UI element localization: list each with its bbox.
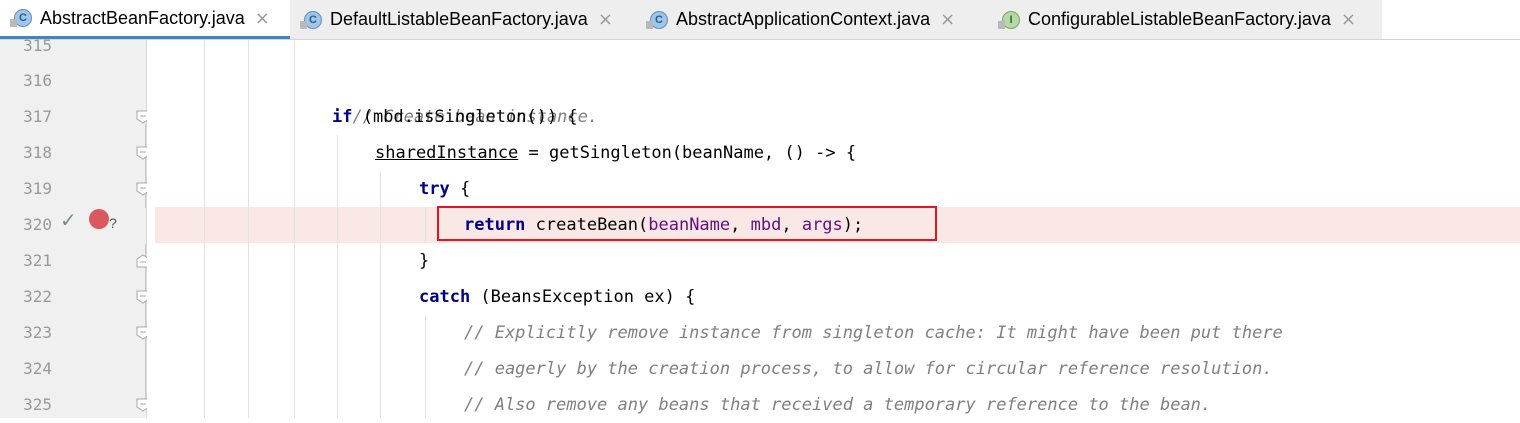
fold-guide-line (145, 244, 146, 404)
close-icon[interactable]: × (255, 8, 270, 29)
lock-icon (300, 20, 307, 29)
editor-tab-bar: C AbstractBeanFactory.java × C DefaultLi… (0, 0, 1520, 40)
code-line-319: try { (419, 171, 470, 207)
lock-icon (10, 19, 17, 27)
line-number: 324 (23, 359, 52, 378)
breakpoint-icon[interactable] (89, 209, 109, 229)
indent-guide (204, 40, 205, 418)
code-text: = getSingleton(beanName, () -> { (518, 143, 857, 163)
code-keyword: try (419, 179, 450, 199)
code-text: } (419, 251, 430, 271)
code-line-321: } (419, 243, 429, 279)
line-number: 315 (23, 36, 52, 55)
close-icon[interactable]: × (598, 9, 613, 30)
indent-guide (337, 135, 338, 418)
tab-abstract-application-context[interactable]: C AbstractApplicationContext.java × (636, 0, 988, 39)
lock-icon (646, 20, 653, 29)
interface-i-icon: I (998, 10, 1020, 29)
code-text: (BeansException ex) { (470, 287, 696, 307)
class-c-icon: C (646, 10, 668, 29)
line-number: 317 (23, 107, 52, 126)
code-keyword: if (332, 107, 353, 127)
code-keyword: catch (419, 287, 471, 307)
close-icon[interactable]: × (1341, 9, 1356, 30)
code-variable: sharedInstance (375, 143, 519, 163)
indent-guide (294, 40, 295, 418)
code-line-324: // eagerly by the creation process, to a… (464, 351, 1273, 387)
indent-guide (425, 315, 426, 418)
code-text: (mbd.isSingleton()) { (352, 107, 578, 127)
line-number: 321 (23, 251, 52, 270)
lock-icon (998, 20, 1005, 29)
code-comment: // Also remove any beans that received a… (464, 395, 1212, 415)
code-comment: // eagerly by the creation process, to a… (464, 359, 1273, 379)
line-number: 318 (23, 143, 52, 162)
code-line-316: // Create bean instance. (332, 63, 598, 127)
tab-label: DefaultListableBeanFactory.java (330, 9, 588, 29)
breakpoint-question-mark: ? (109, 215, 117, 231)
class-c-icon: C (300, 10, 322, 29)
indent-guide (248, 40, 249, 418)
code-line-318: sharedInstance = getSingleton(beanName, … (375, 135, 856, 171)
code-line-323: // Explicitly remove instance from singl… (464, 315, 1283, 351)
tab-label: ConfigurableListableBeanFactory.java (1028, 9, 1331, 29)
code-comment: // Explicitly remove instance from singl… (464, 323, 1283, 343)
indent-guide (425, 207, 426, 243)
close-icon[interactable]: × (940, 9, 955, 30)
code-text: { (449, 179, 471, 199)
line-number: 323 (23, 323, 52, 342)
line-number: 316 (23, 71, 52, 90)
tab-label: AbstractBeanFactory.java (40, 7, 245, 28)
tab-configurable-listable-bean-factory[interactable]: I ConfigurableListableBeanFactory.java × (988, 0, 1382, 39)
indent-guide (380, 171, 381, 418)
checkmark-icon: ✓ (60, 208, 77, 232)
line-number: 322 (23, 287, 52, 306)
annotation-highlight-box (437, 206, 937, 241)
tab-label: AbstractApplicationContext.java (676, 9, 931, 29)
line-number: 320 (23, 215, 52, 234)
code-line-322: catch (BeansException ex) { (419, 279, 695, 315)
tab-default-listable-bean-factory[interactable]: C DefaultListableBeanFactory.java × (290, 0, 636, 39)
line-number: 319 (23, 179, 52, 198)
class-c-icon: C (10, 9, 32, 27)
code-line-317: if (mbd.isSingleton()) { (332, 99, 578, 135)
